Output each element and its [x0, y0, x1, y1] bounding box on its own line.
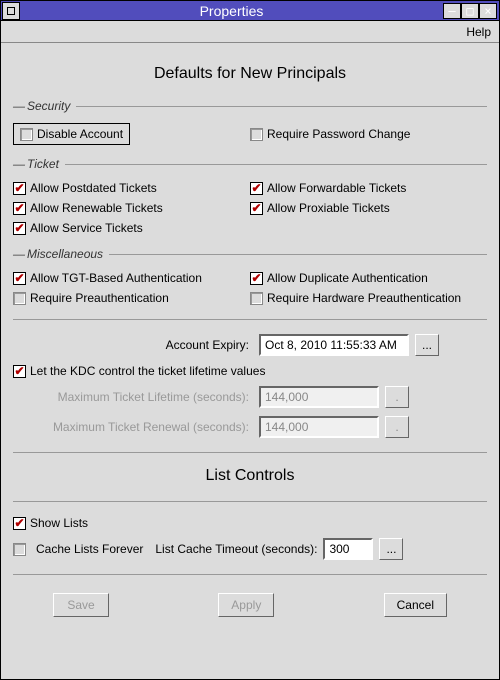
- save-button: Save: [53, 593, 109, 617]
- help-menu[interactable]: Help: [466, 25, 491, 39]
- cache-forever-checkbox[interactable]: [13, 543, 26, 556]
- show-lists-label: Show Lists: [30, 516, 88, 530]
- allow-tgt-checkbox[interactable]: ✔: [13, 272, 26, 285]
- minimize-button[interactable]: –: [443, 3, 461, 19]
- separator: [13, 319, 487, 320]
- allow-service-label: Allow Service Tickets: [30, 221, 143, 235]
- allow-proxiable-checkbox[interactable]: ✔: [250, 202, 263, 215]
- cancel-button[interactable]: Cancel: [384, 593, 447, 617]
- require-hw-preauth-label: Require Hardware Preauthentication: [267, 291, 461, 305]
- separator-4: [13, 574, 487, 575]
- require-hw-preauth-checkbox[interactable]: [250, 292, 263, 305]
- require-preauth-label: Require Preauthentication: [30, 291, 169, 305]
- max-renewal-label: Maximum Ticket Renewal (seconds):: [53, 420, 249, 434]
- max-lifetime-input: [259, 386, 379, 408]
- page-title: Defaults for New Principals: [13, 65, 487, 83]
- group-ticket-label: Ticket: [27, 157, 59, 171]
- group-security: —Security: [13, 99, 487, 113]
- allow-proxiable-label: Allow Proxiable Tickets: [267, 201, 390, 215]
- require-pw-change-checkbox[interactable]: [250, 128, 263, 141]
- show-lists-checkbox[interactable]: ✔: [13, 517, 26, 530]
- list-controls-heading: List Controls: [13, 467, 487, 485]
- max-renewal-input: [259, 416, 379, 438]
- separator-3: [13, 501, 487, 502]
- group-misc: —Miscellaneous: [13, 247, 487, 261]
- allow-postdated-checkbox[interactable]: ✔: [13, 182, 26, 195]
- menu-bar: Help: [1, 21, 499, 43]
- content-area: Defaults for New Principals —Security Di…: [1, 43, 499, 625]
- max-lifetime-label: Maximum Ticket Lifetime (seconds):: [58, 390, 249, 404]
- require-pw-change-label: Require Password Change: [267, 127, 410, 141]
- system-menu-icon[interactable]: [2, 2, 20, 20]
- account-expiry-input[interactable]: [259, 334, 409, 356]
- apply-button: Apply: [218, 593, 274, 617]
- group-ticket: —Ticket: [13, 157, 487, 171]
- allow-forwardable-checkbox[interactable]: ✔: [250, 182, 263, 195]
- max-renewal-browse-button: .: [385, 416, 409, 438]
- disable-account-checkbox-icon: [20, 128, 33, 141]
- allow-tgt-label: Allow TGT-Based Authentication: [30, 271, 202, 285]
- maximize-button[interactable]: □: [461, 3, 479, 19]
- cache-timeout-browse-button[interactable]: ...: [379, 538, 403, 560]
- allow-service-checkbox[interactable]: ✔: [13, 222, 26, 235]
- disable-account-label: Disable Account: [37, 127, 123, 141]
- allow-dup-label: Allow Duplicate Authentication: [267, 271, 428, 285]
- group-misc-label: Miscellaneous: [27, 247, 103, 261]
- allow-dup-checkbox[interactable]: ✔: [250, 272, 263, 285]
- cache-forever-label: Cache Lists Forever: [36, 542, 143, 556]
- allow-forwardable-label: Allow Forwardable Tickets: [267, 181, 406, 195]
- allow-renewable-checkbox[interactable]: ✔: [13, 202, 26, 215]
- account-expiry-label: Account Expiry:: [166, 338, 249, 352]
- require-preauth-checkbox[interactable]: [13, 292, 26, 305]
- max-lifetime-browse-button: .: [385, 386, 409, 408]
- kdc-control-label: Let the KDC control the ticket lifetime …: [30, 364, 265, 378]
- close-button[interactable]: ×: [479, 3, 497, 19]
- group-security-label: Security: [27, 99, 70, 113]
- account-expiry-browse-button[interactable]: ...: [415, 334, 439, 356]
- cache-timeout-input[interactable]: [323, 538, 373, 560]
- title-bar: Properties – □ ×: [1, 1, 499, 21]
- allow-postdated-label: Allow Postdated Tickets: [30, 181, 157, 195]
- separator-2: [13, 452, 487, 453]
- window-title: Properties: [20, 3, 443, 19]
- disable-account-toggle[interactable]: Disable Account: [13, 123, 130, 145]
- allow-renewable-label: Allow Renewable Tickets: [30, 201, 163, 215]
- cache-timeout-label: List Cache Timeout (seconds):: [155, 542, 317, 556]
- kdc-control-checkbox[interactable]: ✔: [13, 365, 26, 378]
